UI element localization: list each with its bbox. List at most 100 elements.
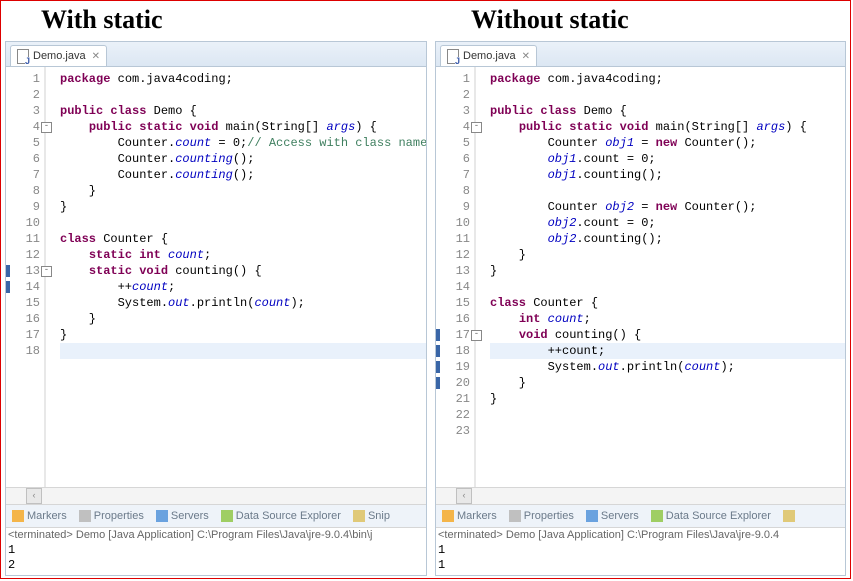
- code-line[interactable]: [490, 279, 845, 295]
- code-line[interactable]: int count;: [490, 311, 845, 327]
- java-file-icon: [17, 49, 29, 64]
- collapse-icon[interactable]: -: [471, 122, 482, 133]
- view-properties[interactable]: Properties: [73, 510, 150, 522]
- code-line[interactable]: void counting() {: [490, 327, 845, 343]
- view-data-source[interactable]: Data Source Explorer: [215, 510, 347, 522]
- code-line[interactable]: obj2.counting();: [490, 231, 845, 247]
- code-line[interactable]: [60, 87, 426, 103]
- view-snippets[interactable]: Snip: [347, 510, 396, 522]
- code-area[interactable]: 1234-5678910111213-1415161718 package co…: [6, 67, 426, 487]
- code-line[interactable]: obj1.counting();: [490, 167, 845, 183]
- view-servers[interactable]: Servers: [580, 510, 645, 522]
- code-line[interactable]: static int count;: [60, 247, 426, 263]
- change-marker-icon: [6, 281, 10, 293]
- scroll-left-icon[interactable]: ‹: [456, 488, 472, 504]
- code-line[interactable]: Counter obj2 = new Counter();: [490, 199, 845, 215]
- code-line[interactable]: }: [490, 391, 845, 407]
- horizontal-scrollbar[interactable]: ‹: [6, 487, 426, 504]
- collapse-icon[interactable]: -: [41, 266, 52, 277]
- view-label: Markers: [457, 510, 497, 522]
- code-line[interactable]: }: [490, 247, 845, 263]
- code-line[interactable]: [490, 423, 845, 439]
- right-heading: Without static: [431, 1, 850, 41]
- close-icon[interactable]: ✕: [92, 51, 100, 62]
- code-line[interactable]: [60, 343, 426, 359]
- change-marker-icon: [436, 377, 440, 389]
- code-line[interactable]: public class Demo {: [60, 103, 426, 119]
- view-servers[interactable]: Servers: [150, 510, 215, 522]
- line-number: 18: [436, 343, 470, 359]
- view-data-source[interactable]: Data Source Explorer: [645, 510, 777, 522]
- line-number: 20: [436, 375, 470, 391]
- code-line[interactable]: package com.java4coding;: [490, 71, 845, 87]
- tab-demo-java[interactable]: Demo.java ✕: [440, 45, 537, 66]
- line-number: 10: [6, 215, 40, 231]
- code-line[interactable]: obj1.count = 0;: [490, 151, 845, 167]
- line-number: 8: [436, 183, 470, 199]
- line-number: 2: [6, 87, 40, 103]
- line-number: 21: [436, 391, 470, 407]
- tab-label: Demo.java: [463, 50, 516, 62]
- view-markers[interactable]: Markers: [436, 510, 503, 522]
- code-line[interactable]: [60, 215, 426, 231]
- view-markers[interactable]: Markers: [6, 510, 73, 522]
- console-header: <terminated> Demo [Java Application] C:\…: [438, 528, 843, 543]
- tab-bar: Demo.java ✕: [436, 42, 845, 67]
- horizontal-scrollbar[interactable]: ‹: [436, 487, 845, 504]
- code-line[interactable]: public static void main(String[] args) {: [60, 119, 426, 135]
- console-output: 11: [438, 543, 843, 573]
- code-body[interactable]: package com.java4coding; public class Dem…: [476, 67, 845, 487]
- line-number: 5: [6, 135, 40, 151]
- code-line[interactable]: System.out.println(count);: [60, 295, 426, 311]
- view-snippets[interactable]: [777, 510, 804, 522]
- line-number: 14: [6, 279, 40, 295]
- tab-demo-java[interactable]: Demo.java ✕: [10, 45, 107, 66]
- code-line[interactable]: [490, 87, 845, 103]
- code-line[interactable]: public static void main(String[] args) {: [490, 119, 845, 135]
- line-number: 17: [6, 327, 40, 343]
- code-body[interactable]: package com.java4coding; public class Dem…: [46, 67, 426, 487]
- code-line[interactable]: public class Demo {: [490, 103, 845, 119]
- views-bar: Markers Properties Servers Data Source E…: [436, 504, 845, 527]
- code-line[interactable]: static void counting() {: [60, 263, 426, 279]
- line-number: 13-: [6, 263, 40, 279]
- console-output: 12: [8, 543, 424, 573]
- code-line[interactable]: }: [60, 311, 426, 327]
- code-line[interactable]: class Counter {: [60, 231, 426, 247]
- code-line[interactable]: [490, 183, 845, 199]
- code-line[interactable]: Counter.count = 0;// Access with class n…: [60, 135, 426, 151]
- code-line[interactable]: }: [490, 263, 845, 279]
- console-line: 2: [8, 558, 424, 573]
- code-line[interactable]: package com.java4coding;: [60, 71, 426, 87]
- code-line[interactable]: }: [60, 183, 426, 199]
- line-number: 19: [436, 359, 470, 375]
- code-line[interactable]: }: [60, 199, 426, 215]
- code-area[interactable]: 1234-567891011121314151617-181920212223 …: [436, 67, 845, 487]
- line-number: 14: [436, 279, 470, 295]
- collapse-icon[interactable]: -: [471, 330, 482, 341]
- code-line[interactable]: Counter obj1 = new Counter();: [490, 135, 845, 151]
- code-line[interactable]: [490, 407, 845, 423]
- collapse-icon[interactable]: -: [41, 122, 52, 133]
- left-editor: Demo.java ✕ 1234-5678910111213-141516171…: [5, 41, 427, 576]
- console-header: <terminated> Demo [Java Application] C:\…: [8, 528, 424, 543]
- close-icon[interactable]: ✕: [522, 51, 530, 62]
- code-line[interactable]: Counter.counting();: [60, 151, 426, 167]
- code-line[interactable]: ++count;: [490, 343, 845, 359]
- code-line[interactable]: System.out.println(count);: [490, 359, 845, 375]
- servers-icon: [586, 510, 598, 522]
- code-line[interactable]: class Counter {: [490, 295, 845, 311]
- code-line[interactable]: obj2.count = 0;: [490, 215, 845, 231]
- code-line[interactable]: }: [60, 327, 426, 343]
- line-number: 9: [6, 199, 40, 215]
- line-gutter: 1234-5678910111213-1415161718: [6, 67, 46, 487]
- code-line[interactable]: Counter.counting();: [60, 167, 426, 183]
- code-line[interactable]: ++count;: [60, 279, 426, 295]
- scroll-left-icon[interactable]: ‹: [26, 488, 42, 504]
- view-properties[interactable]: Properties: [503, 510, 580, 522]
- line-number: 11: [436, 231, 470, 247]
- code-line[interactable]: }: [490, 375, 845, 391]
- change-marker-icon: [436, 361, 440, 373]
- line-number: 1: [436, 71, 470, 87]
- console-line: 1: [8, 543, 424, 558]
